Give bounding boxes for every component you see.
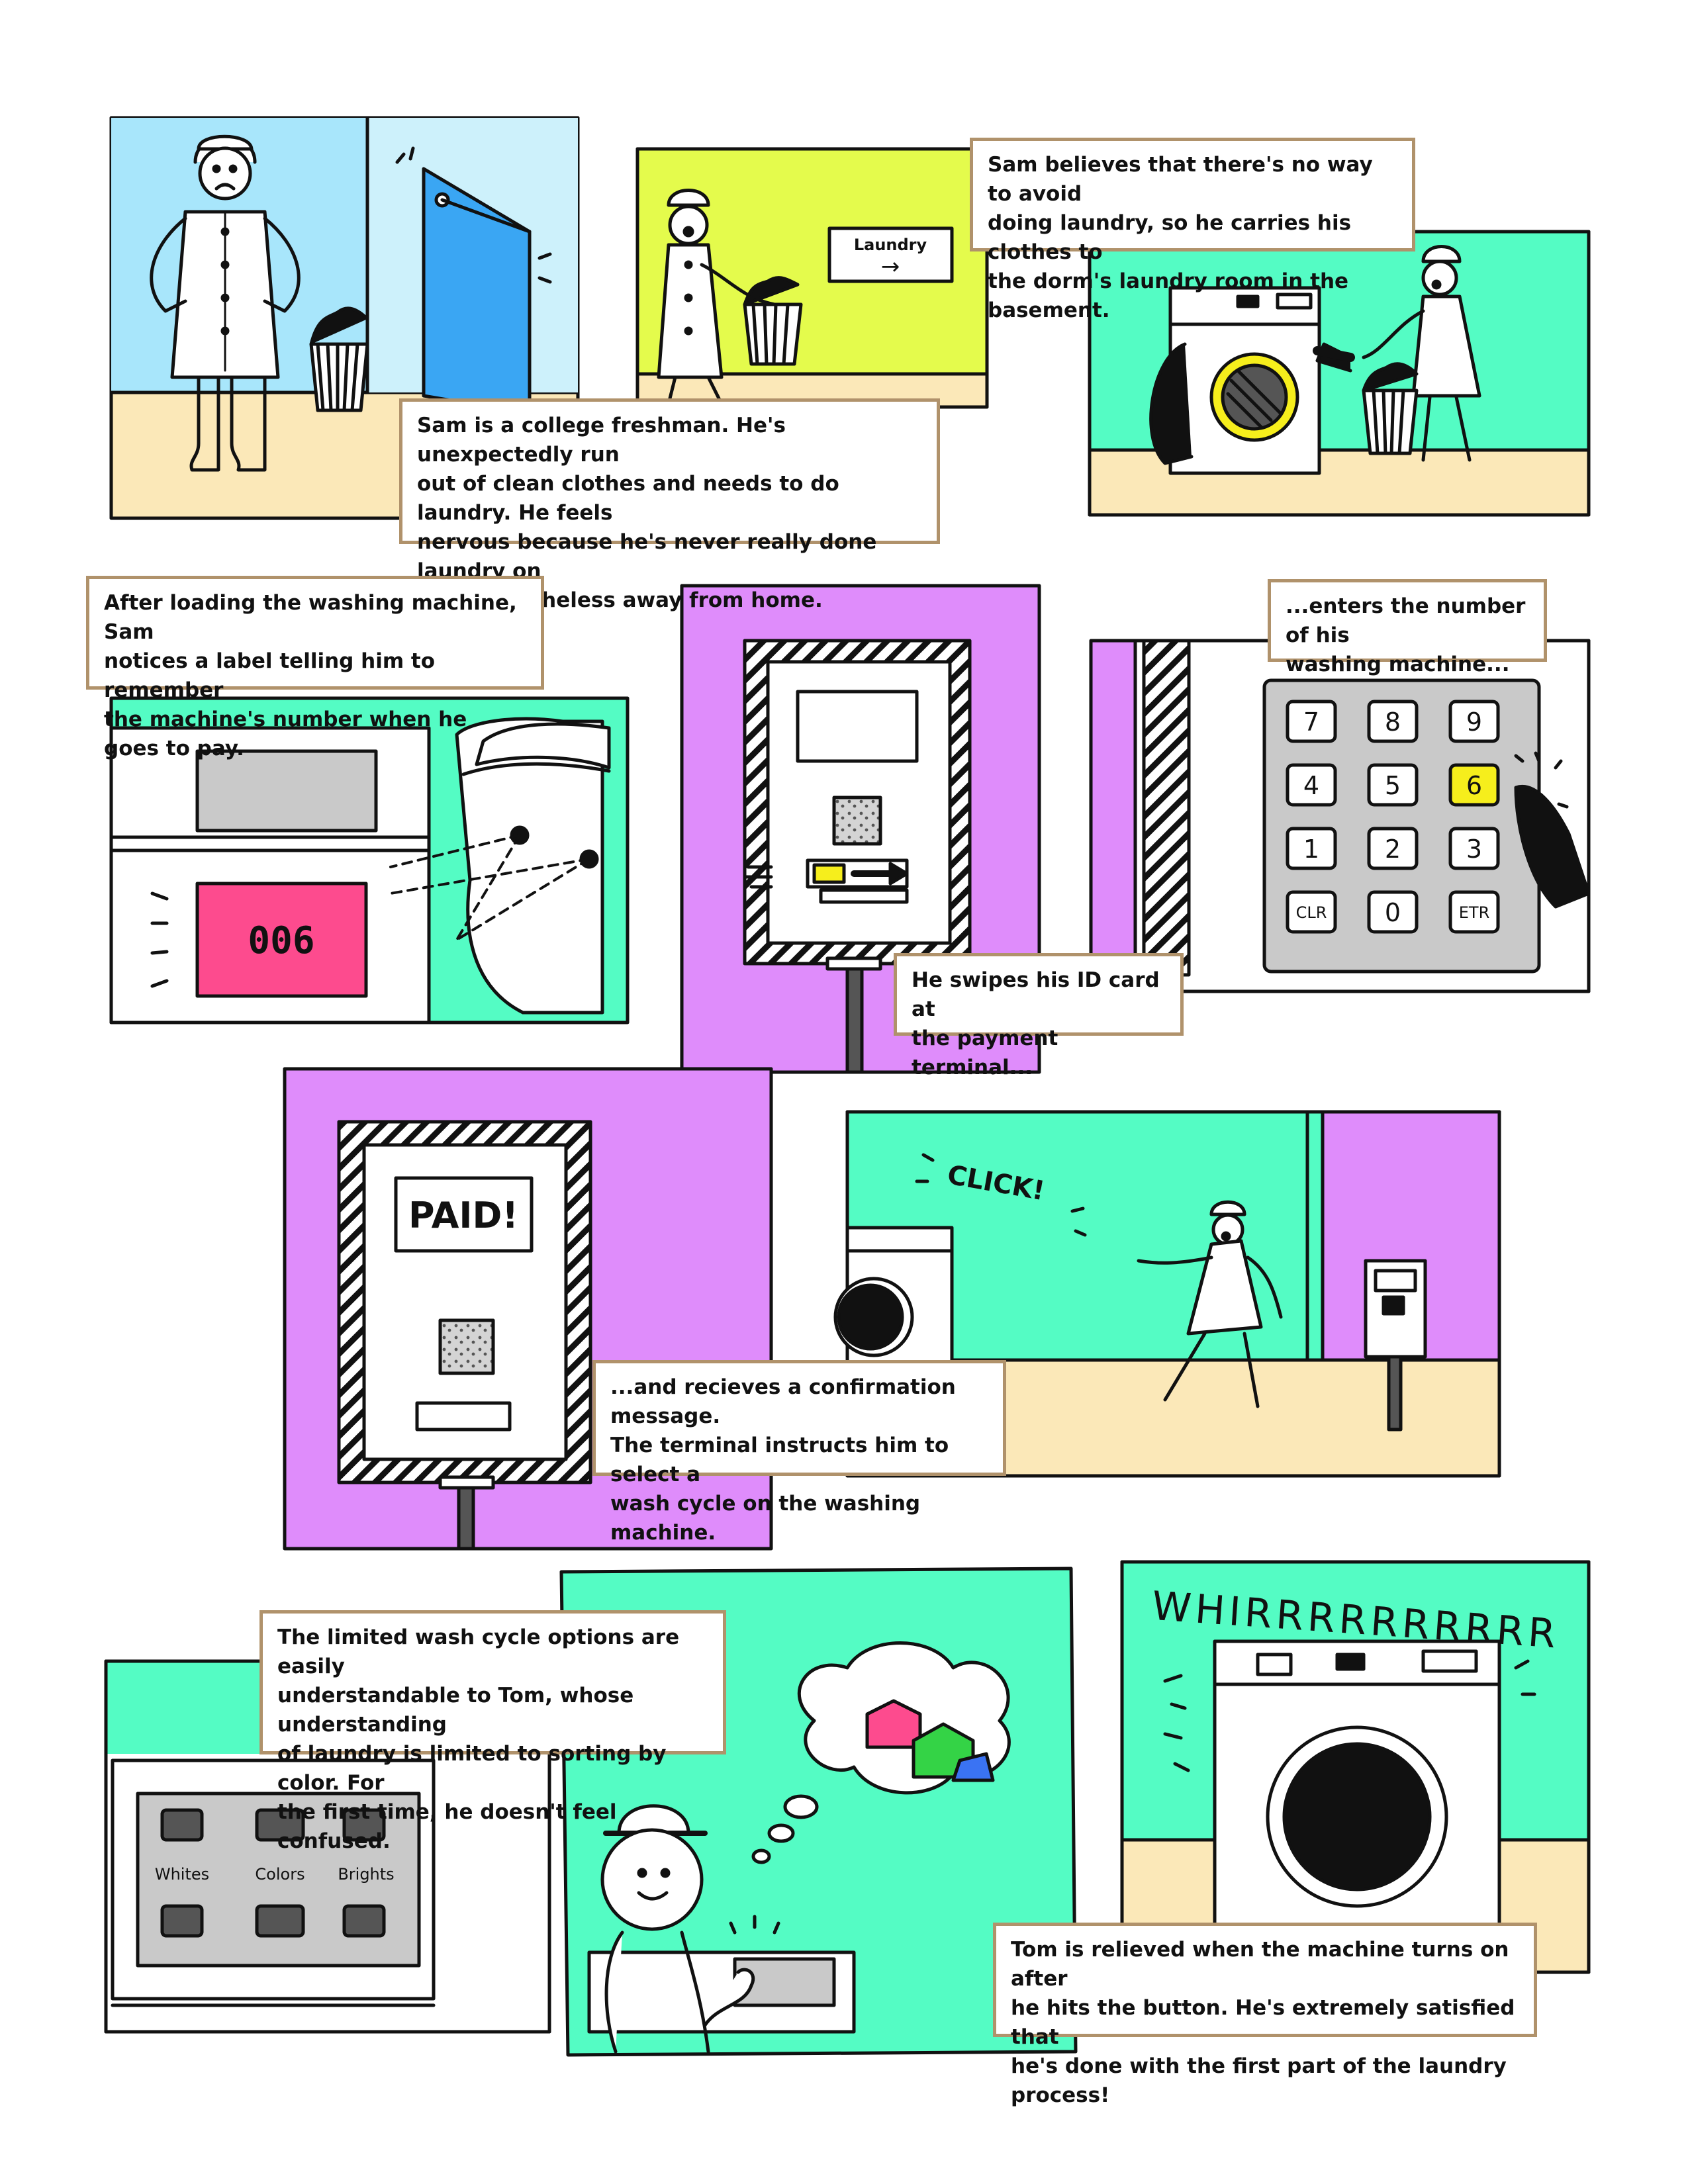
- caption-label: After loading the washing machine, Sam n…: [86, 576, 544, 760]
- caption-carry: Sam believes that there's no way to avoi…: [970, 138, 1415, 322]
- option-colors: Colors: [255, 1865, 305, 1884]
- keypad-key-label: 1: [1303, 835, 1319, 864]
- paid-screen-text: PAID!: [408, 1195, 518, 1236]
- keypad-key-label: 8: [1385, 707, 1401, 737]
- keypad-key-label: ETR: [1459, 903, 1490, 922]
- caption-options: The limited wash cycle options are easil…: [259, 1610, 726, 1853]
- caption-enter: ...enters the number of his washing mach…: [1268, 579, 1547, 676]
- panel-keypad: 7 8 9 4 5 6 1 2 3 CLR 0 ETR: [1089, 639, 1591, 993]
- caption-intro: Sam is a college freshman. He's unexpect…: [399, 398, 940, 612]
- keypad-key-label: 9: [1466, 707, 1482, 737]
- comic-page: Laundry → 006 7 8 94 5 61 2 3CLR 0 ETR P…: [104, 116, 1591, 2057]
- laundry-sign-text: Laundry: [854, 236, 927, 254]
- keypad-key-label: 5: [1385, 771, 1401, 800]
- caption-swipe: He swipes his ID card at the payment ter…: [894, 953, 1184, 1079]
- option-brights: Brights: [338, 1865, 394, 1884]
- caption-relieved: Tom is relieved when the machine turns o…: [993, 1923, 1537, 2107]
- keypad-key-label: CLR: [1296, 903, 1327, 922]
- keypad-key-label: 7: [1303, 707, 1319, 737]
- option-whites: Whites: [155, 1865, 209, 1884]
- keypad-key-label: 0: [1385, 898, 1401, 927]
- keypad-key-label: 2: [1385, 835, 1401, 864]
- keypad-key-label: 4: [1303, 771, 1319, 800]
- caption-confirm: ...and recieves a confirmation message. …: [592, 1360, 1006, 1545]
- laundry-sign-arrow: →: [881, 253, 900, 280]
- keypad-key-label: 6: [1466, 771, 1482, 800]
- machine-number-label: 006: [248, 919, 314, 962]
- panel-carry: Laundry →: [635, 147, 989, 409]
- panel-whirr: WHIRRRRRRRRRR: [1120, 1560, 1591, 1974]
- keypad-key-label: 3: [1466, 835, 1482, 864]
